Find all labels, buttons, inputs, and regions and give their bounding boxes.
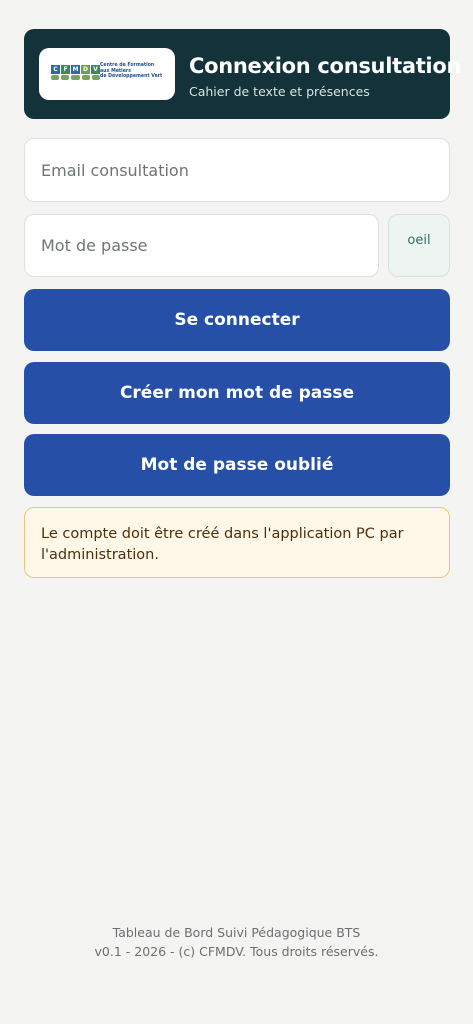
logo-pictograms [51,75,101,81]
password-field[interactable] [24,214,379,277]
cfmdv-logo: C F M D V Centre de Formation aux Métier… [39,48,175,100]
show-password-toggle[interactable]: oeil [388,214,450,277]
logo-text: Centre de Formation aux Métiers de Dével… [100,62,163,80]
logo-letter: D [81,65,90,74]
forgot-password-button[interactable]: Mot de passe oublié [24,434,450,496]
page-title: Connexion consultation [189,54,462,78]
page-subtitle: Cahier de texte et présences [189,84,370,99]
create-password-button[interactable]: Créer mon mot de passe [24,362,450,424]
login-button[interactable]: Se connecter [24,289,450,351]
footer: Tableau de Bord Suivi Pédagogique BTS v0… [0,923,473,961]
footer-copyright: v0.1 - 2026 - (c) CFMDV. Tous droits rés… [94,944,379,959]
logo-letter: M [71,65,80,74]
email-field[interactable] [24,138,450,202]
logo-letter: F [61,65,70,74]
login-header: C F M D V Centre de Formation aux Métier… [24,29,461,119]
account-notice: Le compte doit être créé dans l'applicat… [24,507,450,578]
logo-letters: C F M D V [51,65,100,74]
logo-letter: V [91,65,100,74]
logo-letter: C [51,65,60,74]
footer-app-name: Tableau de Bord Suivi Pédagogique BTS [112,925,361,940]
